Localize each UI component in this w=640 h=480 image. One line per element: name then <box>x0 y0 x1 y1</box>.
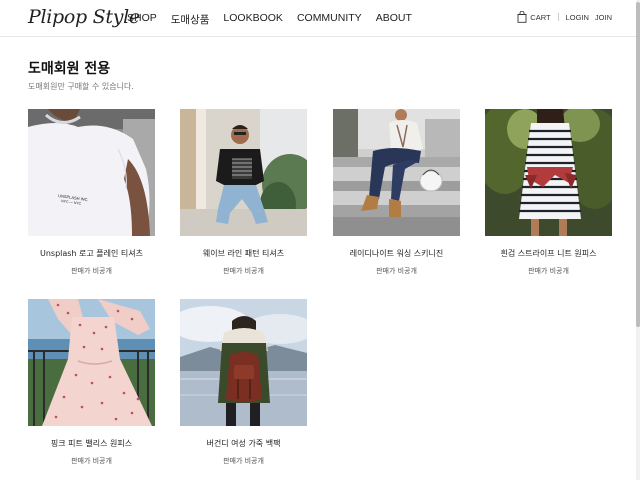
nav-community[interactable]: COMMUNITY <box>297 12 362 27</box>
nav-about[interactable]: ABOUT <box>376 12 412 27</box>
page-scrollbar[interactable] <box>636 0 640 480</box>
product-card[interactable]: UNSPLASH INC. NYC — NYC Unsplash 로고 플레인 … <box>28 109 155 276</box>
product-price: 판매가 비공개 <box>223 457 264 465</box>
product-image[interactable] <box>180 109 307 236</box>
product-name[interactable]: Unsplash 로고 플레인 티셔츠 <box>28 248 155 259</box>
product-name[interactable]: 레이디나이트 워싱 스키니진 <box>333 248 460 259</box>
product-price: 판매가 비공개 <box>71 267 112 275</box>
nav-lookbook[interactable]: LOOKBOOK <box>223 12 283 27</box>
product-card[interactable]: 레이디나이트 워싱 스키니진 판매가 비공개 <box>333 109 460 276</box>
product-price: 판매가 비공개 <box>528 267 569 275</box>
product-image[interactable]: UNSPLASH INC. NYC — NYC <box>28 109 155 236</box>
product-card[interactable]: 흰검 스트라이프 니트 원피스 판매가 비공개 <box>485 109 612 276</box>
product-name[interactable]: 버건디 여성 가죽 백팩 <box>180 438 307 449</box>
shopping-bag-icon[interactable] <box>517 11 527 23</box>
site-header: Plipop Style SHOP 도매상품 LOOKBOOK COMMUNIT… <box>0 0 636 37</box>
product-price: 판매가 비공개 <box>223 267 264 275</box>
product-price: 판매가 비공개 <box>376 267 417 275</box>
header-utility: CART LOGIN JOIN <box>517 11 612 23</box>
cart-link[interactable]: CART <box>530 13 550 22</box>
join-link[interactable]: JOIN <box>595 13 612 22</box>
site-logo[interactable]: Plipop Style <box>28 6 140 28</box>
login-link[interactable]: LOGIN <box>566 13 589 22</box>
product-image[interactable] <box>333 109 460 236</box>
scrollbar-thumb[interactable] <box>636 2 640 327</box>
page-subtitle: 도매회원만 구매할 수 있습니다. <box>28 82 134 91</box>
product-image[interactable] <box>180 299 307 426</box>
product-card[interactable]: 핑크 피트 밸리스 원피스 판매가 비공개 <box>28 299 155 466</box>
page-title: 도매회원 전용 <box>28 61 111 77</box>
divider <box>557 13 559 21</box>
product-name[interactable]: 흰검 스트라이프 니트 원피스 <box>485 248 612 259</box>
product-card[interactable]: 버건디 여성 가죽 백팩 판매가 비공개 <box>180 299 307 466</box>
product-card[interactable]: 웨이브 라인 패턴 티셔츠 판매가 비공개 <box>180 109 307 276</box>
product-name[interactable]: 웨이브 라인 패턴 티셔츠 <box>180 248 307 259</box>
product-price: 판매가 비공개 <box>71 457 112 465</box>
product-image[interactable] <box>485 109 612 236</box>
nav-wholesale[interactable]: 도매상품 <box>171 12 210 27</box>
product-name[interactable]: 핑크 피트 밸리스 원피스 <box>28 438 155 449</box>
product-image[interactable] <box>28 299 155 426</box>
main-nav: SHOP 도매상품 LOOKBOOK COMMUNITY ABOUT <box>127 12 426 27</box>
nav-shop[interactable]: SHOP <box>127 12 157 27</box>
